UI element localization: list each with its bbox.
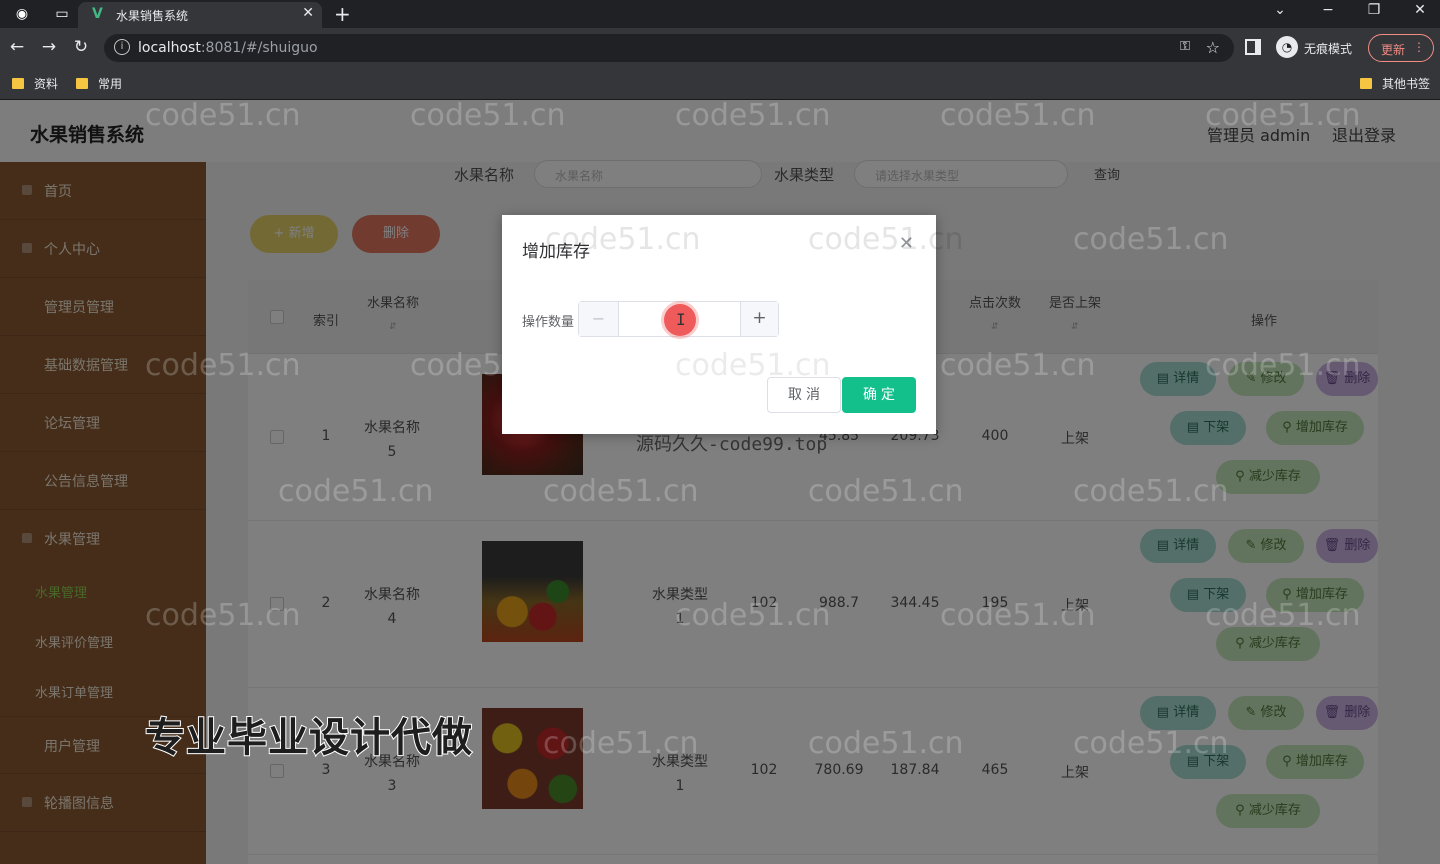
tab-search-icon[interactable]: ⌄ [1268,2,1292,18]
dialog-title: 增加库存 [522,242,590,262]
more-menu-icon: ⋮ [1413,40,1425,54]
bookmark-star-icon[interactable]: ☆ [1206,38,1220,57]
cancel-button[interactable]: 取消 [767,377,841,413]
address-bar[interactable]: i localhost:8081/#/shuiguo ⚿ ☆ [104,34,1234,62]
url-text[interactable]: localhost:8081/#/shuiguo [138,40,318,56]
quantity-label: 操作数量 [522,315,575,330]
incognito-label: 无痕模式 [1304,42,1353,56]
folder-icon [1360,78,1372,89]
bookmark-folder-ziliao[interactable]: 资料 [12,75,58,92]
other-bookmarks[interactable]: 其他书签 [1360,75,1430,92]
folder-icon [12,78,24,89]
browser-toolbar: ← → ↻ i localhost:8081/#/shuiguo ⚿ ☆ ◔ 无… [0,28,1440,68]
window-icon[interactable]: ▭ [52,4,72,24]
password-key-icon[interactable]: ⚿ [1180,39,1190,54]
promo-overlay-text-2: 源码久久-code99.top [636,434,828,455]
incognito-icon: ◔ [1276,36,1298,58]
bookmarks-bar: 资料 常用 其他书签 [0,68,1440,100]
tab-title: 水果销售系统 [116,9,189,23]
minimize-icon[interactable]: − [1316,2,1340,18]
back-icon[interactable]: ← [6,37,28,57]
close-window-icon[interactable]: ✕ [1408,2,1432,18]
confirm-button[interactable]: 确定 [842,377,916,413]
site-info-icon[interactable]: i [114,39,130,55]
dialog-close-icon[interactable]: ✕ [899,233,914,254]
restore-icon[interactable]: ❐ [1362,2,1386,18]
add-stock-dialog: 增加库存 ✕ 操作数量 − + I 取消 确定 [502,215,936,434]
text-cursor-icon: I [676,310,686,329]
tab-close-icon[interactable]: ✕ [302,5,314,21]
bookmark-folder-changyong[interactable]: 常用 [76,75,122,92]
browser-menu-icon[interactable]: ◉ [12,4,32,24]
folder-icon [76,78,88,89]
vue-logo-icon: V [92,6,103,22]
browser-tab[interactable]: V 水果销售系统 ✕ [78,2,322,28]
decrement-button[interactable]: − [579,302,619,336]
browser-tabstrip: ◉ ▭ V 水果销售系统 ✕ + ⌄ − ❐ ✕ [0,0,1440,28]
reload-icon[interactable]: ↻ [70,37,92,57]
update-button[interactable]: 更新 ⋮ [1368,34,1434,62]
side-panel-icon[interactable] [1245,39,1261,55]
increment-button[interactable]: + [740,302,778,336]
new-tab-icon[interactable]: + [334,2,351,26]
forward-icon[interactable]: → [38,37,60,57]
promo-overlay-text: 专业毕业设计代做 [144,714,473,762]
